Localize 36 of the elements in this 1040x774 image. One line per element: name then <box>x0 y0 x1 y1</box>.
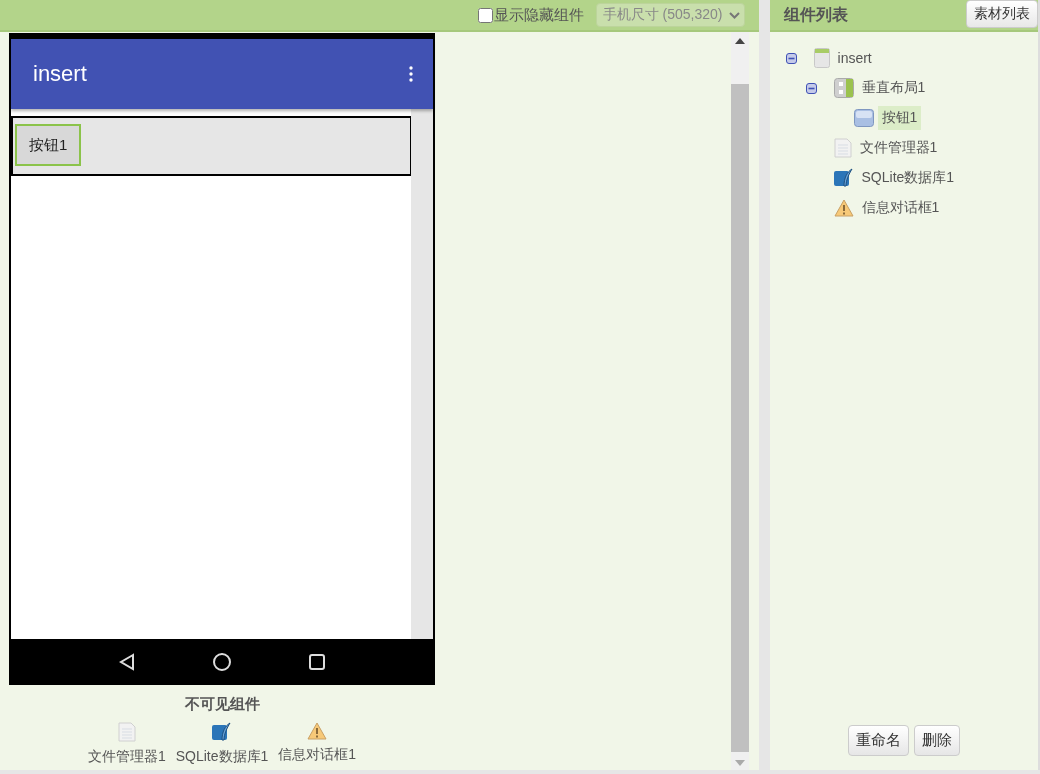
home-icon[interactable] <box>212 652 232 672</box>
panel-title: 组件列表 <box>783 4 848 25</box>
tree-item[interactable]: 文件管理器1 <box>855 136 942 160</box>
button-icon <box>853 109 874 127</box>
tree-item[interactable]: 信息对话框1 <box>857 196 944 220</box>
tree-item[interactable]: 垂直布局1 <box>857 76 930 100</box>
back-icon[interactable] <box>119 653 136 671</box>
collapse-toggle[interactable] <box>805 82 817 94</box>
scroll-up-icon[interactable] <box>735 38 745 44</box>
tree-item[interactable]: insert <box>833 47 876 69</box>
vertical-layout-icon <box>833 78 854 98</box>
phone-button[interactable]: 按钮1 <box>15 124 82 166</box>
document-icon <box>117 722 136 742</box>
collapse-toggle[interactable] <box>785 52 797 64</box>
section-heading: 不可见组件 <box>184 695 260 714</box>
screen-icon <box>813 48 830 68</box>
quill-icon <box>833 168 854 188</box>
warning-icon <box>307 722 328 740</box>
component-label: SQLite数据库1 <box>175 748 269 766</box>
vertical-arrangement[interactable]: 按钮1 <box>11 116 412 176</box>
document-icon <box>833 138 852 158</box>
quill-icon <box>212 722 232 742</box>
app-title: insert <box>33 61 87 87</box>
warning-icon <box>833 199 854 217</box>
show-hidden-checkbox[interactable] <box>477 7 493 23</box>
tree-item[interactable]: SQLite数据库1 <box>857 166 959 190</box>
component-label: 文件管理器1 <box>87 748 166 766</box>
panel-button[interactable]: 删除 <box>913 725 960 756</box>
checkbox-label: 显示隐藏组件 <box>493 5 584 25</box>
more-options-icon[interactable] <box>409 66 413 82</box>
tree-item[interactable]: 按钮1 <box>877 106 922 130</box>
assets-tab[interactable]: 素材列表 <box>966 0 1038 28</box>
chevron-down-icon <box>728 11 740 19</box>
panel-button[interactable]: 重命名 <box>847 725 909 756</box>
recents-icon[interactable] <box>308 654 325 670</box>
component-label: 信息对话框1 <box>278 746 357 764</box>
